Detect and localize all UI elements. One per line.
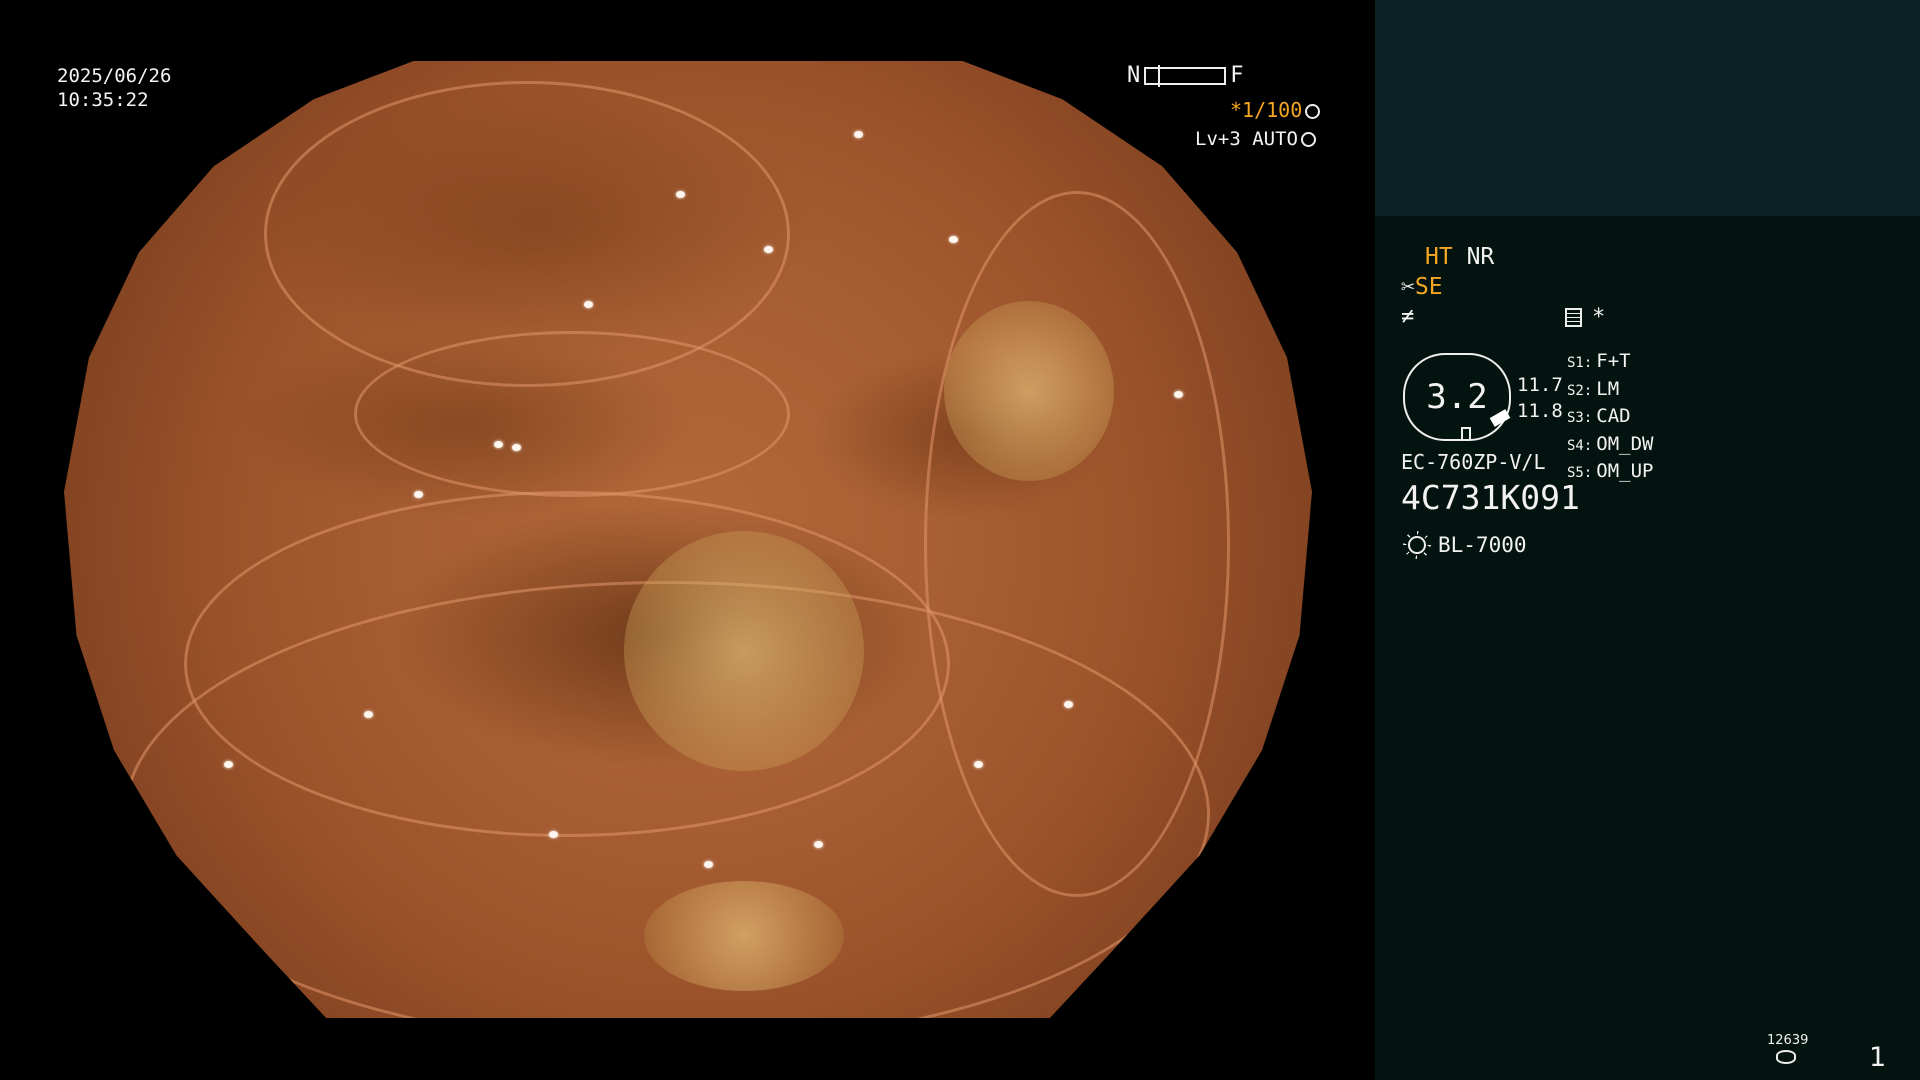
mode-nr: NR	[1466, 244, 1495, 270]
specular-highlight	[949, 236, 958, 243]
doc-icon	[1565, 308, 1582, 327]
date-time: 2025/06/26 10:35:22	[57, 64, 171, 112]
info-panel: HT NR ✂SE ≠ * 3.2 11.7 11.8 S1: F+T S2: LM…	[1375, 0, 1920, 1080]
specular-highlight	[854, 131, 863, 138]
switch-key: S2:	[1567, 382, 1593, 399]
shutter-text: *1/100	[1230, 98, 1303, 122]
specular-highlight	[364, 711, 373, 718]
specular-highlight	[224, 761, 233, 768]
zoom-badge: 3.2	[1403, 353, 1511, 441]
brightness-level: Lv+3 AUTO	[1195, 127, 1316, 151]
specular-highlight	[764, 246, 773, 253]
specular-highlight	[1174, 391, 1183, 398]
level-text: Lv+3 AUTO	[1195, 128, 1298, 150]
scissors-icon: ✂	[1401, 274, 1415, 300]
switch-value: CAD	[1596, 405, 1631, 427]
function-symbol: ≠	[1401, 304, 1415, 329]
date-text: 2025/06/26	[57, 65, 172, 87]
endoscope-view: 2025/06/26 10:35:22 N F *1/100 Lv+3 AUTO	[0, 0, 1375, 1080]
near-far-indicator: N F	[1127, 64, 1244, 88]
specular-highlight	[814, 841, 823, 848]
scope-model: EC-760ZP-V/L	[1401, 450, 1546, 474]
switch-value: LM	[1596, 377, 1620, 400]
switch-row: S3: CAD	[1567, 404, 1654, 432]
zoom-value: 3.2	[1426, 377, 1488, 417]
specular-highlight	[974, 761, 983, 768]
switch-assignments: S1: F+T S2: LM S3: CAD S4: OM_DW S5: OM_UP	[1567, 349, 1654, 487]
specular-highlight	[549, 831, 558, 838]
specular-highlight	[512, 444, 521, 451]
measurement-1: 11.7	[1517, 374, 1563, 396]
measurement-values: 11.7 11.8	[1517, 372, 1563, 424]
switch-key: S3:	[1567, 410, 1593, 426]
measurement-2: 11.8	[1517, 400, 1563, 422]
status-icons: *	[1565, 306, 1605, 330]
near-label: N	[1127, 63, 1141, 88]
se-label: SE	[1414, 274, 1443, 300]
sun-icon	[1408, 536, 1426, 554]
bubble-cluster	[944, 301, 1114, 481]
shutter-speed: *1/100	[1230, 98, 1321, 122]
zoom-flag	[1461, 427, 1471, 440]
page-number: 1	[1869, 1042, 1887, 1073]
specular-highlight	[704, 861, 713, 868]
mucosa-fold	[924, 191, 1230, 897]
light-source-text: BL-7000	[1438, 533, 1527, 557]
mode-row: HT NR	[1425, 245, 1494, 269]
specular-highlight	[1064, 701, 1073, 708]
near-far-bar	[1144, 65, 1227, 87]
endoscope-image	[64, 61, 1312, 1018]
se-row: ✂SE	[1401, 275, 1443, 299]
switch-row: S4: OM_DW	[1567, 432, 1654, 460]
storage-icon	[1776, 1050, 1796, 1064]
scope-serial: 4C731K091	[1401, 478, 1580, 517]
switch-value: OM_DW	[1596, 432, 1654, 455]
specular-highlight	[494, 441, 503, 448]
far-label: F	[1230, 63, 1244, 88]
switch-row: S5: OM_UP	[1567, 459, 1654, 487]
bubble-cluster	[624, 531, 864, 771]
switch-value: F+T	[1596, 350, 1631, 372]
bubble-cluster	[644, 881, 844, 991]
switch-value: OM_UP	[1596, 460, 1654, 482]
switch-key: S4:	[1567, 437, 1593, 454]
panel-header-area	[1375, 0, 1920, 216]
switch-row: S2: LM	[1567, 377, 1654, 405]
mucosa-fold	[264, 81, 790, 387]
near-far-marker	[1158, 65, 1161, 87]
storage-count: 12639	[1767, 1033, 1809, 1048]
switch-key: S1:	[1567, 355, 1593, 371]
specular-highlight	[414, 491, 423, 498]
switch-row: S1: F+T	[1567, 349, 1654, 377]
specular-highlight	[676, 191, 685, 198]
time-text: 10:35:22	[57, 89, 149, 111]
mode-ht: HT	[1425, 244, 1453, 270]
asterisk-label: *	[1592, 305, 1606, 330]
specular-highlight	[584, 301, 593, 308]
auto-icon	[1300, 132, 1316, 147]
shutter-icon	[1305, 104, 1321, 119]
light-source: BL-7000	[1403, 533, 1527, 557]
